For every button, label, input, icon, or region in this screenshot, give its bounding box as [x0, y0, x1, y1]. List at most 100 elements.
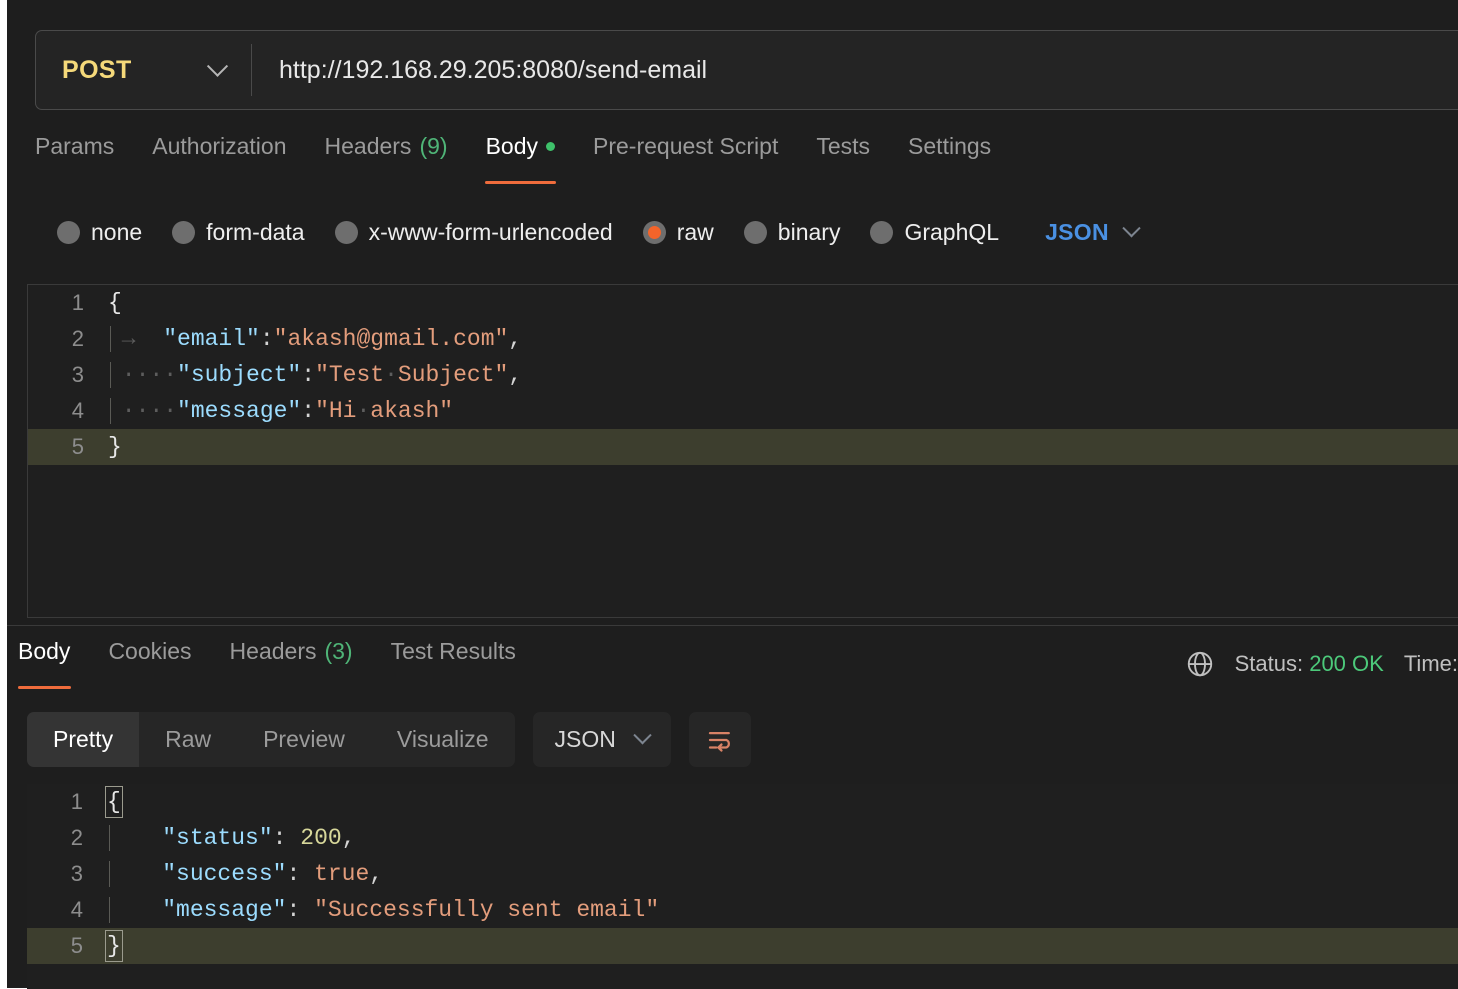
status-badge: Status: 200 OK — [1235, 651, 1384, 677]
word-wrap-toggle[interactable] — [689, 712, 751, 767]
tab-tests-label: Tests — [816, 133, 870, 160]
tab-headers[interactable]: Headers (9) — [306, 133, 467, 185]
response-tab-headers-label: Headers — [230, 638, 317, 665]
line-number: 3 — [28, 362, 108, 388]
status-value: 200 OK — [1309, 651, 1384, 676]
body-type-graphql-label: GraphQL — [904, 219, 999, 246]
editor-line: 1 { — [27, 784, 1458, 820]
response-format-label: JSON — [555, 726, 616, 753]
radio-form-data-icon — [172, 221, 195, 244]
line-number: 2 — [28, 326, 108, 352]
response-tab-bar: Body Cookies Headers (3) Test Results — [18, 638, 535, 690]
body-type-graphql[interactable]: GraphQL — [870, 219, 999, 246]
body-type-radio-group: none form-data x-www-form-urlencoded raw… — [57, 210, 1138, 254]
view-mode-raw-label: Raw — [165, 726, 211, 753]
line-number: 4 — [27, 897, 107, 923]
request-body-editor[interactable]: 1 { 2 → "email":"akash@gmail.com", 3 ···… — [27, 284, 1458, 618]
line-content: "message": "Successfully sent email" — [107, 897, 1458, 923]
line-number: 5 — [28, 434, 108, 460]
response-time-label: Time: — [1404, 651, 1458, 677]
view-mode-preview[interactable]: Preview — [237, 712, 371, 767]
response-tab-test-results[interactable]: Test Results — [372, 638, 535, 690]
line-content: } — [108, 434, 1458, 460]
body-type-form-data[interactable]: form-data — [172, 219, 304, 246]
response-tab-headers[interactable]: Headers (3) — [211, 638, 372, 690]
view-mode-preview-label: Preview — [263, 726, 345, 753]
editor-line: 2 "status": 200, — [27, 820, 1458, 856]
line-number: 1 — [27, 789, 107, 815]
editor-line: 4 "message": "Successfully sent email" — [27, 892, 1458, 928]
chevron-down-icon — [207, 55, 228, 76]
view-mode-visualize-label: Visualize — [397, 726, 489, 753]
editor-line-active: 5 } — [28, 429, 1458, 465]
tab-body-label: Body — [486, 133, 538, 160]
line-content: "status": 200, — [107, 825, 1458, 851]
tab-params[interactable]: Params — [35, 133, 133, 185]
body-type-binary[interactable]: binary — [744, 219, 841, 246]
response-tab-headers-count: (3) — [324, 638, 352, 665]
body-type-urlencoded-label: x-www-form-urlencoded — [369, 219, 613, 246]
globe-icon[interactable] — [1185, 649, 1215, 679]
radio-binary-icon — [744, 221, 767, 244]
tab-body[interactable]: Body — [467, 133, 574, 185]
line-content: "success": true, — [107, 861, 1458, 887]
view-mode-visualize[interactable]: Visualize — [371, 712, 515, 767]
tab-settings-label: Settings — [908, 133, 991, 160]
tab-pre-request-script-label: Pre-request Script — [593, 133, 778, 160]
response-format-toolbar: Pretty Raw Preview Visualize JSON — [27, 712, 751, 767]
line-content: { — [108, 290, 1458, 316]
editor-line: 3 "success": true, — [27, 856, 1458, 892]
body-type-binary-label: binary — [778, 219, 841, 246]
radio-urlencoded-icon — [335, 221, 358, 244]
tab-tests[interactable]: Tests — [797, 133, 889, 185]
body-modified-dot-icon — [546, 142, 555, 151]
tab-pre-request-script[interactable]: Pre-request Script — [574, 133, 797, 185]
response-status-bar: Status: 200 OK Time: — [1185, 644, 1458, 684]
editor-line: 2 → "email":"akash@gmail.com", — [28, 321, 1458, 357]
view-mode-raw[interactable]: Raw — [139, 712, 237, 767]
body-type-raw[interactable]: raw — [643, 219, 714, 246]
line-content: ····"subject":"Test·Subject", — [108, 362, 1458, 388]
line-number: 1 — [28, 290, 108, 316]
request-tab-bar: Params Authorization Headers (9) Body Pr… — [35, 133, 1010, 185]
tab-headers-count: (9) — [419, 133, 447, 160]
view-mode-pretty[interactable]: Pretty — [27, 712, 139, 767]
line-content: } — [107, 930, 1458, 962]
body-type-raw-label: raw — [677, 219, 714, 246]
tab-settings[interactable]: Settings — [889, 133, 1010, 185]
editor-line-active: 5 } — [27, 928, 1458, 964]
response-tab-cookies[interactable]: Cookies — [89, 638, 210, 690]
radio-none-icon — [57, 221, 80, 244]
line-number: 2 — [27, 825, 107, 851]
body-type-none[interactable]: none — [57, 219, 142, 246]
response-tab-body-active-underline — [18, 686, 71, 689]
line-number: 4 — [28, 398, 108, 424]
response-format-selector[interactable]: JSON — [533, 712, 671, 767]
response-body-editor[interactable]: 1 { 2 "status": 200, 3 "success": true, … — [27, 784, 1458, 989]
tab-params-label: Params — [35, 133, 114, 160]
response-tab-body-label: Body — [18, 638, 70, 665]
response-tab-cookies-label: Cookies — [108, 638, 191, 665]
view-mode-pretty-label: Pretty — [53, 726, 113, 753]
radio-raw-icon — [643, 221, 666, 244]
body-type-form-data-label: form-data — [206, 219, 304, 246]
editor-line: 1 { — [28, 285, 1458, 321]
raw-format-selector[interactable]: JSON — [1045, 219, 1138, 246]
line-content: ····"message":"Hi·akash" — [108, 398, 1458, 424]
response-pane: Body Cookies Headers (3) Test Results — [7, 626, 1458, 988]
body-type-urlencoded[interactable]: x-www-form-urlencoded — [335, 219, 613, 246]
status-label: Status: — [1235, 651, 1303, 676]
response-tab-body[interactable]: Body — [18, 638, 89, 690]
postman-request-response-view: POST http://192.168.29.205:8080/send-ema… — [0, 0, 1458, 988]
tab-authorization[interactable]: Authorization — [133, 133, 305, 185]
tab-authorization-label: Authorization — [152, 133, 286, 160]
response-view-mode-group: Pretty Raw Preview Visualize — [27, 712, 515, 767]
chevron-down-icon — [1122, 219, 1140, 237]
editor-line: 3 ····"subject":"Test·Subject", — [28, 357, 1458, 393]
url-input[interactable]: http://192.168.29.205:8080/send-email — [252, 31, 1458, 109]
http-method-selector[interactable]: POST — [36, 31, 251, 109]
line-number: 3 — [27, 861, 107, 887]
request-pane: POST http://192.168.29.205:8080/send-ema… — [7, 0, 1458, 625]
tab-body-active-underline — [485, 181, 556, 184]
line-content: → "email":"akash@gmail.com", — [108, 326, 1458, 352]
